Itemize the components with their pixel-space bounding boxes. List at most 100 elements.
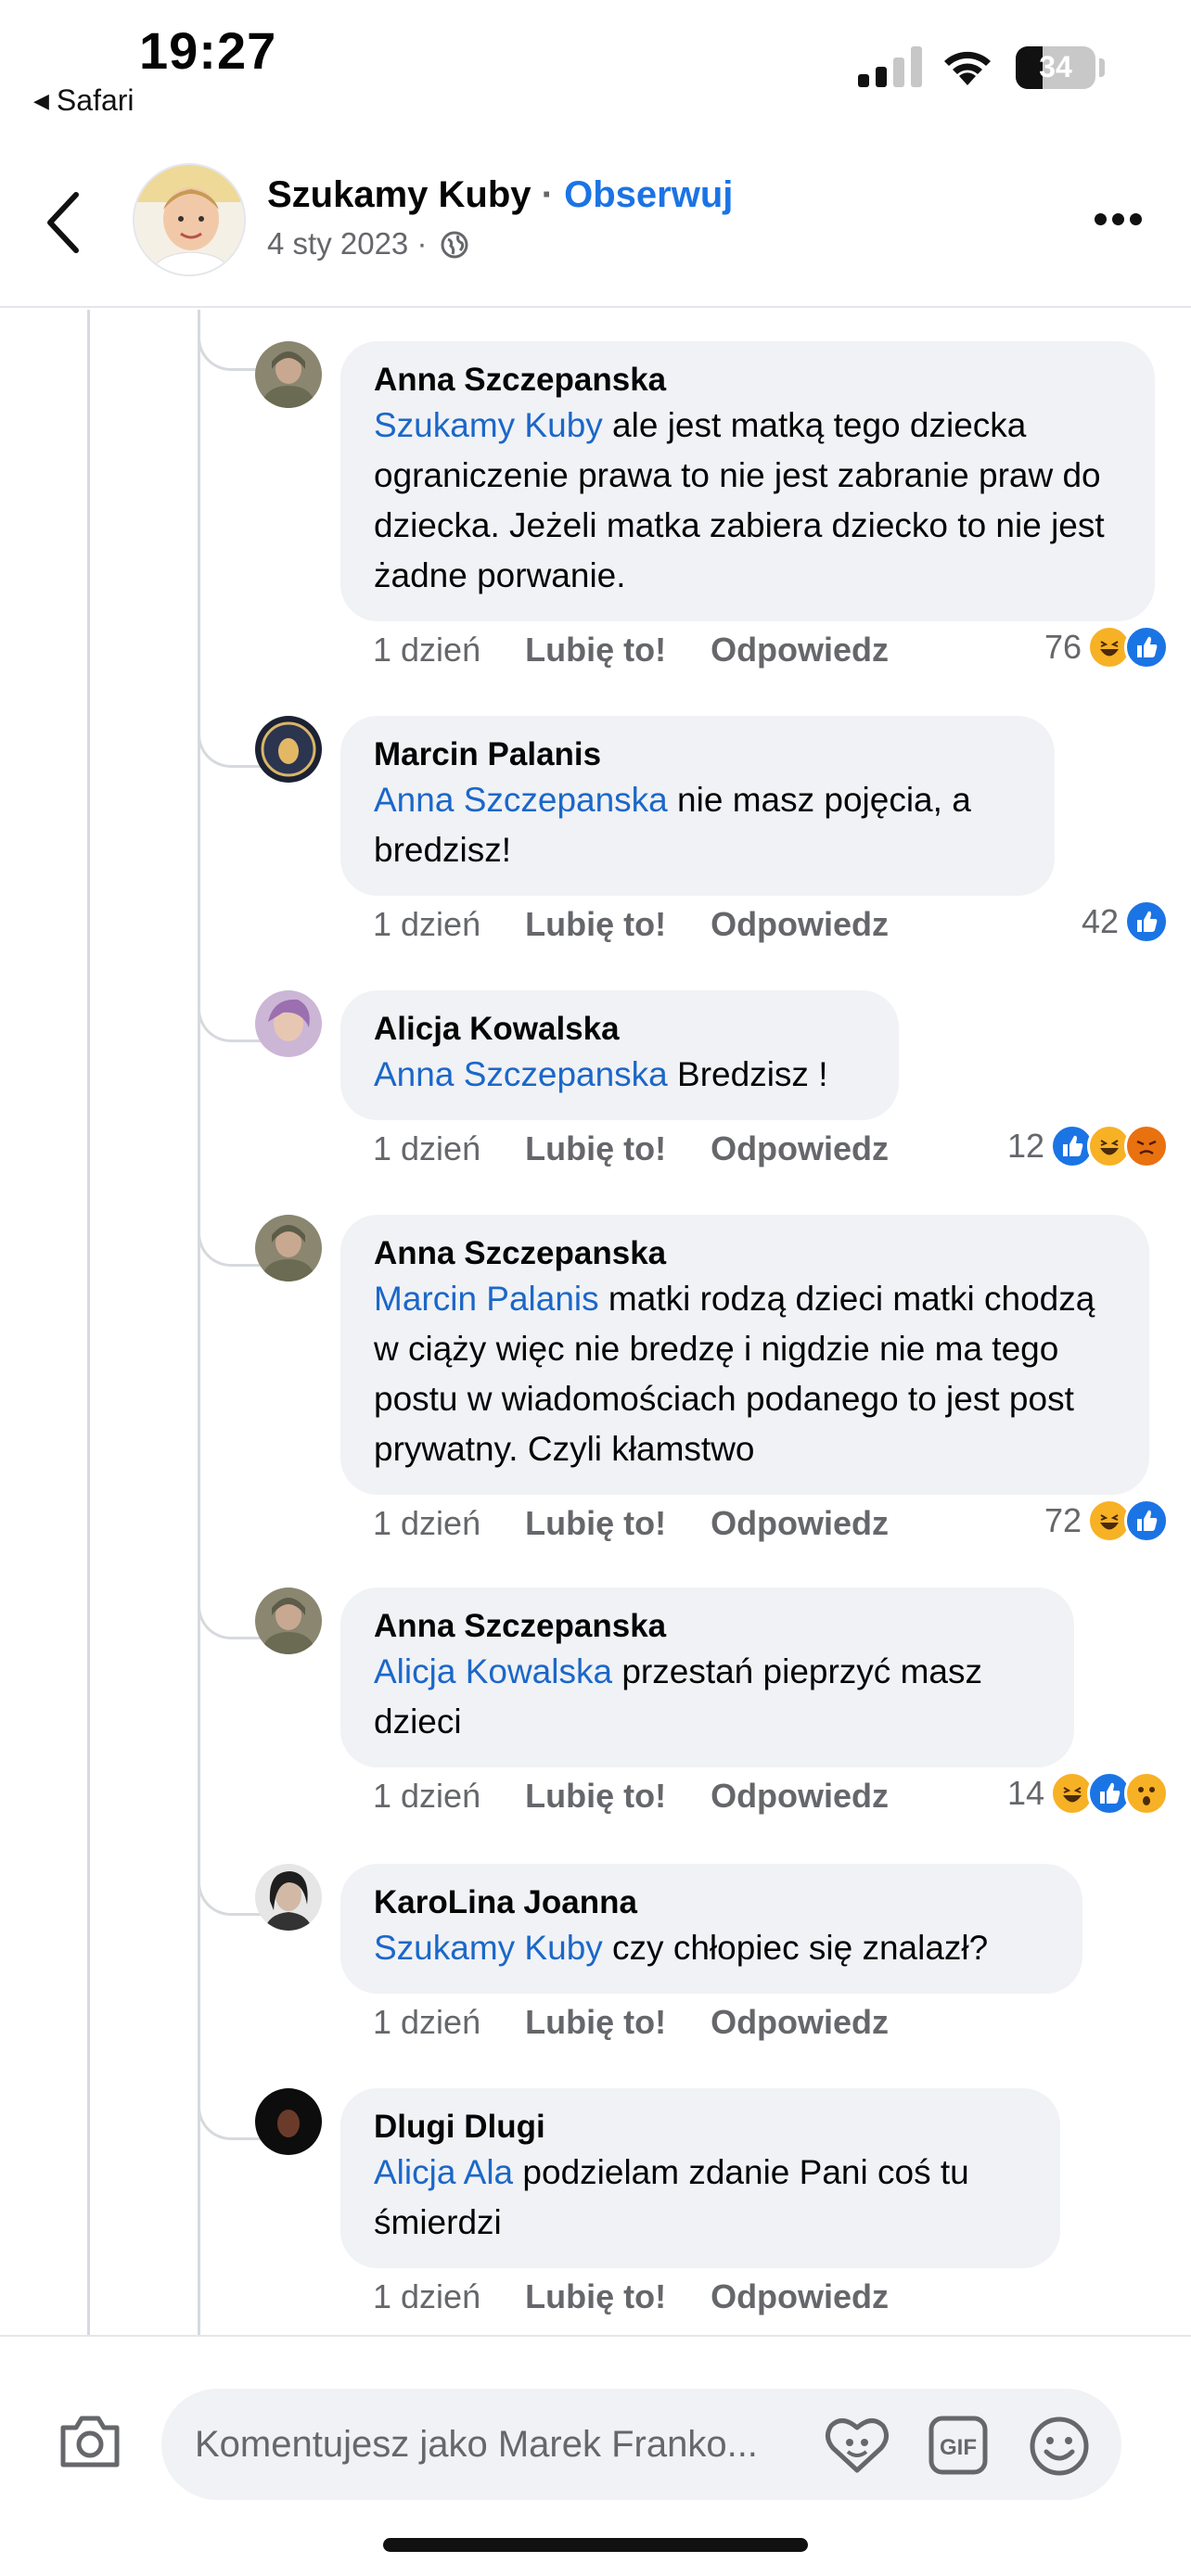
post-meta: 4 sty 2023 · — [267, 226, 469, 261]
reply-button[interactable]: Odpowiedz — [711, 2277, 889, 2315]
angry-reaction-icon — [1124, 1124, 1169, 1168]
reaction-summary[interactable]: 76 — [1044, 625, 1169, 670]
comment-bubble[interactable]: Anna Szczepanska Marcin Palanis matki ro… — [340, 1215, 1149, 1495]
outer-thread-line — [87, 310, 90, 2335]
comment-body: czy chłopiec się znalazł? — [602, 1929, 989, 1967]
like-reaction-icon — [1124, 625, 1169, 670]
commenter-avatar[interactable] — [255, 1864, 322, 1931]
mention-link[interactable]: Anna Szczepanska — [374, 1055, 668, 1093]
comment-author[interactable]: Marcin Palanis — [374, 734, 1021, 775]
comment-body: Bredzisz ! — [667, 1055, 828, 1093]
reaction-count: 42 — [1081, 902, 1119, 940]
like-button[interactable]: Lubię to! — [525, 1777, 666, 1815]
page-avatar[interactable] — [133, 163, 246, 276]
reply-button[interactable]: Odpowiedz — [711, 2003, 889, 2041]
reply-button[interactable]: Odpowiedz — [711, 1504, 889, 1542]
like-button[interactable]: Lubię to! — [525, 1504, 666, 1542]
thread-connector — [198, 315, 263, 371]
like-button[interactable]: Lubię to! — [525, 2003, 666, 2041]
like-button[interactable]: Lubię to! — [525, 2277, 666, 2315]
thread-connector — [198, 987, 263, 1042]
post-date: 4 sty 2023 · — [267, 226, 428, 261]
reply-button[interactable]: Odpowiedz — [711, 631, 889, 669]
comment-time: 1 dzień — [373, 1504, 481, 1542]
commenter-avatar[interactable] — [255, 990, 322, 1057]
comment-author[interactable]: Anna Szczepanska — [374, 1233, 1116, 1274]
back-triangle-icon: ◀ — [33, 89, 49, 112]
battery-tip — [1099, 58, 1105, 77]
mention-link[interactable]: Marcin Palanis — [374, 1280, 599, 1318]
comment-text: Marcin Palanis matki rodzą dzieci matki … — [374, 1274, 1116, 1474]
mention-link[interactable]: Szukamy Kuby — [374, 406, 603, 444]
comment-time: 1 dzień — [373, 631, 481, 669]
reaction-summary[interactable]: 42 — [1082, 899, 1169, 944]
page-title: Szukamy Kuby · Obserwuj — [267, 174, 733, 216]
comment-actions: 1 dzień Lubię to! Odpowiedz — [373, 2003, 933, 2042]
reaction-summary[interactable]: 12 — [1007, 1124, 1169, 1168]
comment-time: 1 dzień — [373, 2003, 481, 2041]
reaction-count: 12 — [1006, 1127, 1044, 1165]
battery-level: 34 — [1039, 50, 1072, 83]
comment-author[interactable]: KaroLina Joanna — [374, 1882, 1049, 1923]
thread-connector — [198, 712, 263, 768]
emoji-icon[interactable] — [1028, 2415, 1091, 2478]
cellular-signal-icon — [858, 45, 923, 87]
comment-bubble[interactable]: Dlugi Dlugi Alicja Ala podzielam zdanie … — [340, 2088, 1060, 2268]
comment-author[interactable]: Alicja Kowalska — [374, 1009, 865, 1050]
like-button[interactable]: Lubię to! — [525, 631, 666, 669]
home-indicator[interactable] — [383, 2538, 808, 2552]
comment-text: Anna Szczepanska Bredzisz ! — [374, 1050, 865, 1100]
like-reaction-icon — [1124, 1498, 1169, 1543]
commenter-avatar[interactable] — [255, 716, 322, 783]
thread-connector — [198, 1584, 263, 1639]
comment-bubble[interactable]: Anna Szczepanska Alicja Kowalska przesta… — [340, 1588, 1074, 1767]
back-to-safari[interactable]: ◀ Safari — [33, 83, 134, 118]
comment-actions: 1 dzień Lubię to! Odpowiedz — [373, 1504, 933, 1543]
reaction-summary[interactable]: 72 — [1044, 1498, 1169, 1543]
comment-text: Anna Szczepanska nie masz pojęcia, a bre… — [374, 775, 1021, 875]
comment-bubble[interactable]: Alicja Kowalska Anna Szczepanska Bredzis… — [340, 990, 899, 1120]
comment-actions: 1 dzień Lubię to! Odpowiedz — [373, 631, 933, 670]
comment-text: Szukamy Kuby czy chłopiec się znalazł? — [374, 1923, 1049, 1973]
commenter-avatar[interactable] — [255, 341, 322, 408]
comment-actions: 1 dzień Lubię to! Odpowiedz — [373, 1129, 933, 1168]
mention-link[interactable]: Anna Szczepanska — [374, 781, 668, 819]
thread-connector — [198, 1211, 263, 1267]
title-separator: · — [541, 174, 554, 215]
commenter-avatar[interactable] — [255, 1588, 322, 1654]
wifi-icon — [944, 51, 991, 85]
back-app-label: Safari — [56, 83, 134, 117]
like-button[interactable]: Lubię to! — [525, 1129, 666, 1167]
commenter-avatar[interactable] — [255, 2088, 322, 2155]
comment-bubble[interactable]: Anna Szczepanska Szukamy Kuby ale jest m… — [340, 341, 1155, 621]
inner-thread-line — [198, 310, 200, 2335]
reply-button[interactable]: Odpowiedz — [711, 1777, 889, 1815]
comment-author[interactable]: Anna Szczepanska — [374, 360, 1121, 401]
more-options-icon[interactable] — [1095, 213, 1147, 230]
mention-link[interactable]: Alicja Ala — [374, 2153, 513, 2191]
like-button[interactable]: Lubię to! — [525, 905, 666, 943]
reaction-count: 72 — [1044, 1501, 1082, 1539]
camera-icon[interactable] — [58, 2413, 122, 2470]
status-time: 19:27 — [139, 21, 277, 80]
mention-link[interactable]: Szukamy Kuby — [374, 1929, 603, 1967]
thread-connector — [198, 1860, 263, 1916]
reaction-count: 14 — [1006, 1774, 1044, 1812]
gif-icon[interactable]: GIF — [928, 2415, 989, 2476]
status-bar: 19:27 ◀ Safari 34 — [0, 0, 1191, 148]
reply-button[interactable]: Odpowiedz — [711, 905, 889, 943]
follow-button[interactable]: Obserwuj — [564, 174, 733, 215]
comment-time: 1 dzień — [373, 1129, 481, 1167]
comment-author[interactable]: Anna Szczepanska — [374, 1606, 1041, 1647]
page-name[interactable]: Szukamy Kuby — [267, 174, 531, 215]
back-chevron-icon[interactable] — [37, 185, 93, 260]
reply-button[interactable]: Odpowiedz — [711, 1129, 889, 1167]
commenter-avatar[interactable] — [255, 1215, 322, 1282]
avatar-sticker-icon[interactable] — [824, 2415, 890, 2476]
comment-bubble[interactable]: KaroLina Joanna Szukamy Kuby czy chłopie… — [340, 1864, 1082, 1994]
comment-bubble[interactable]: Marcin Palanis Anna Szczepanska nie masz… — [340, 716, 1055, 896]
mention-link[interactable]: Alicja Kowalska — [374, 1652, 612, 1690]
comment-author[interactable]: Dlugi Dlugi — [374, 2107, 1027, 2148]
reaction-summary[interactable]: 14 — [1007, 1771, 1169, 1816]
comment-actions: 1 dzień Lubię to! Odpowiedz — [373, 905, 933, 944]
